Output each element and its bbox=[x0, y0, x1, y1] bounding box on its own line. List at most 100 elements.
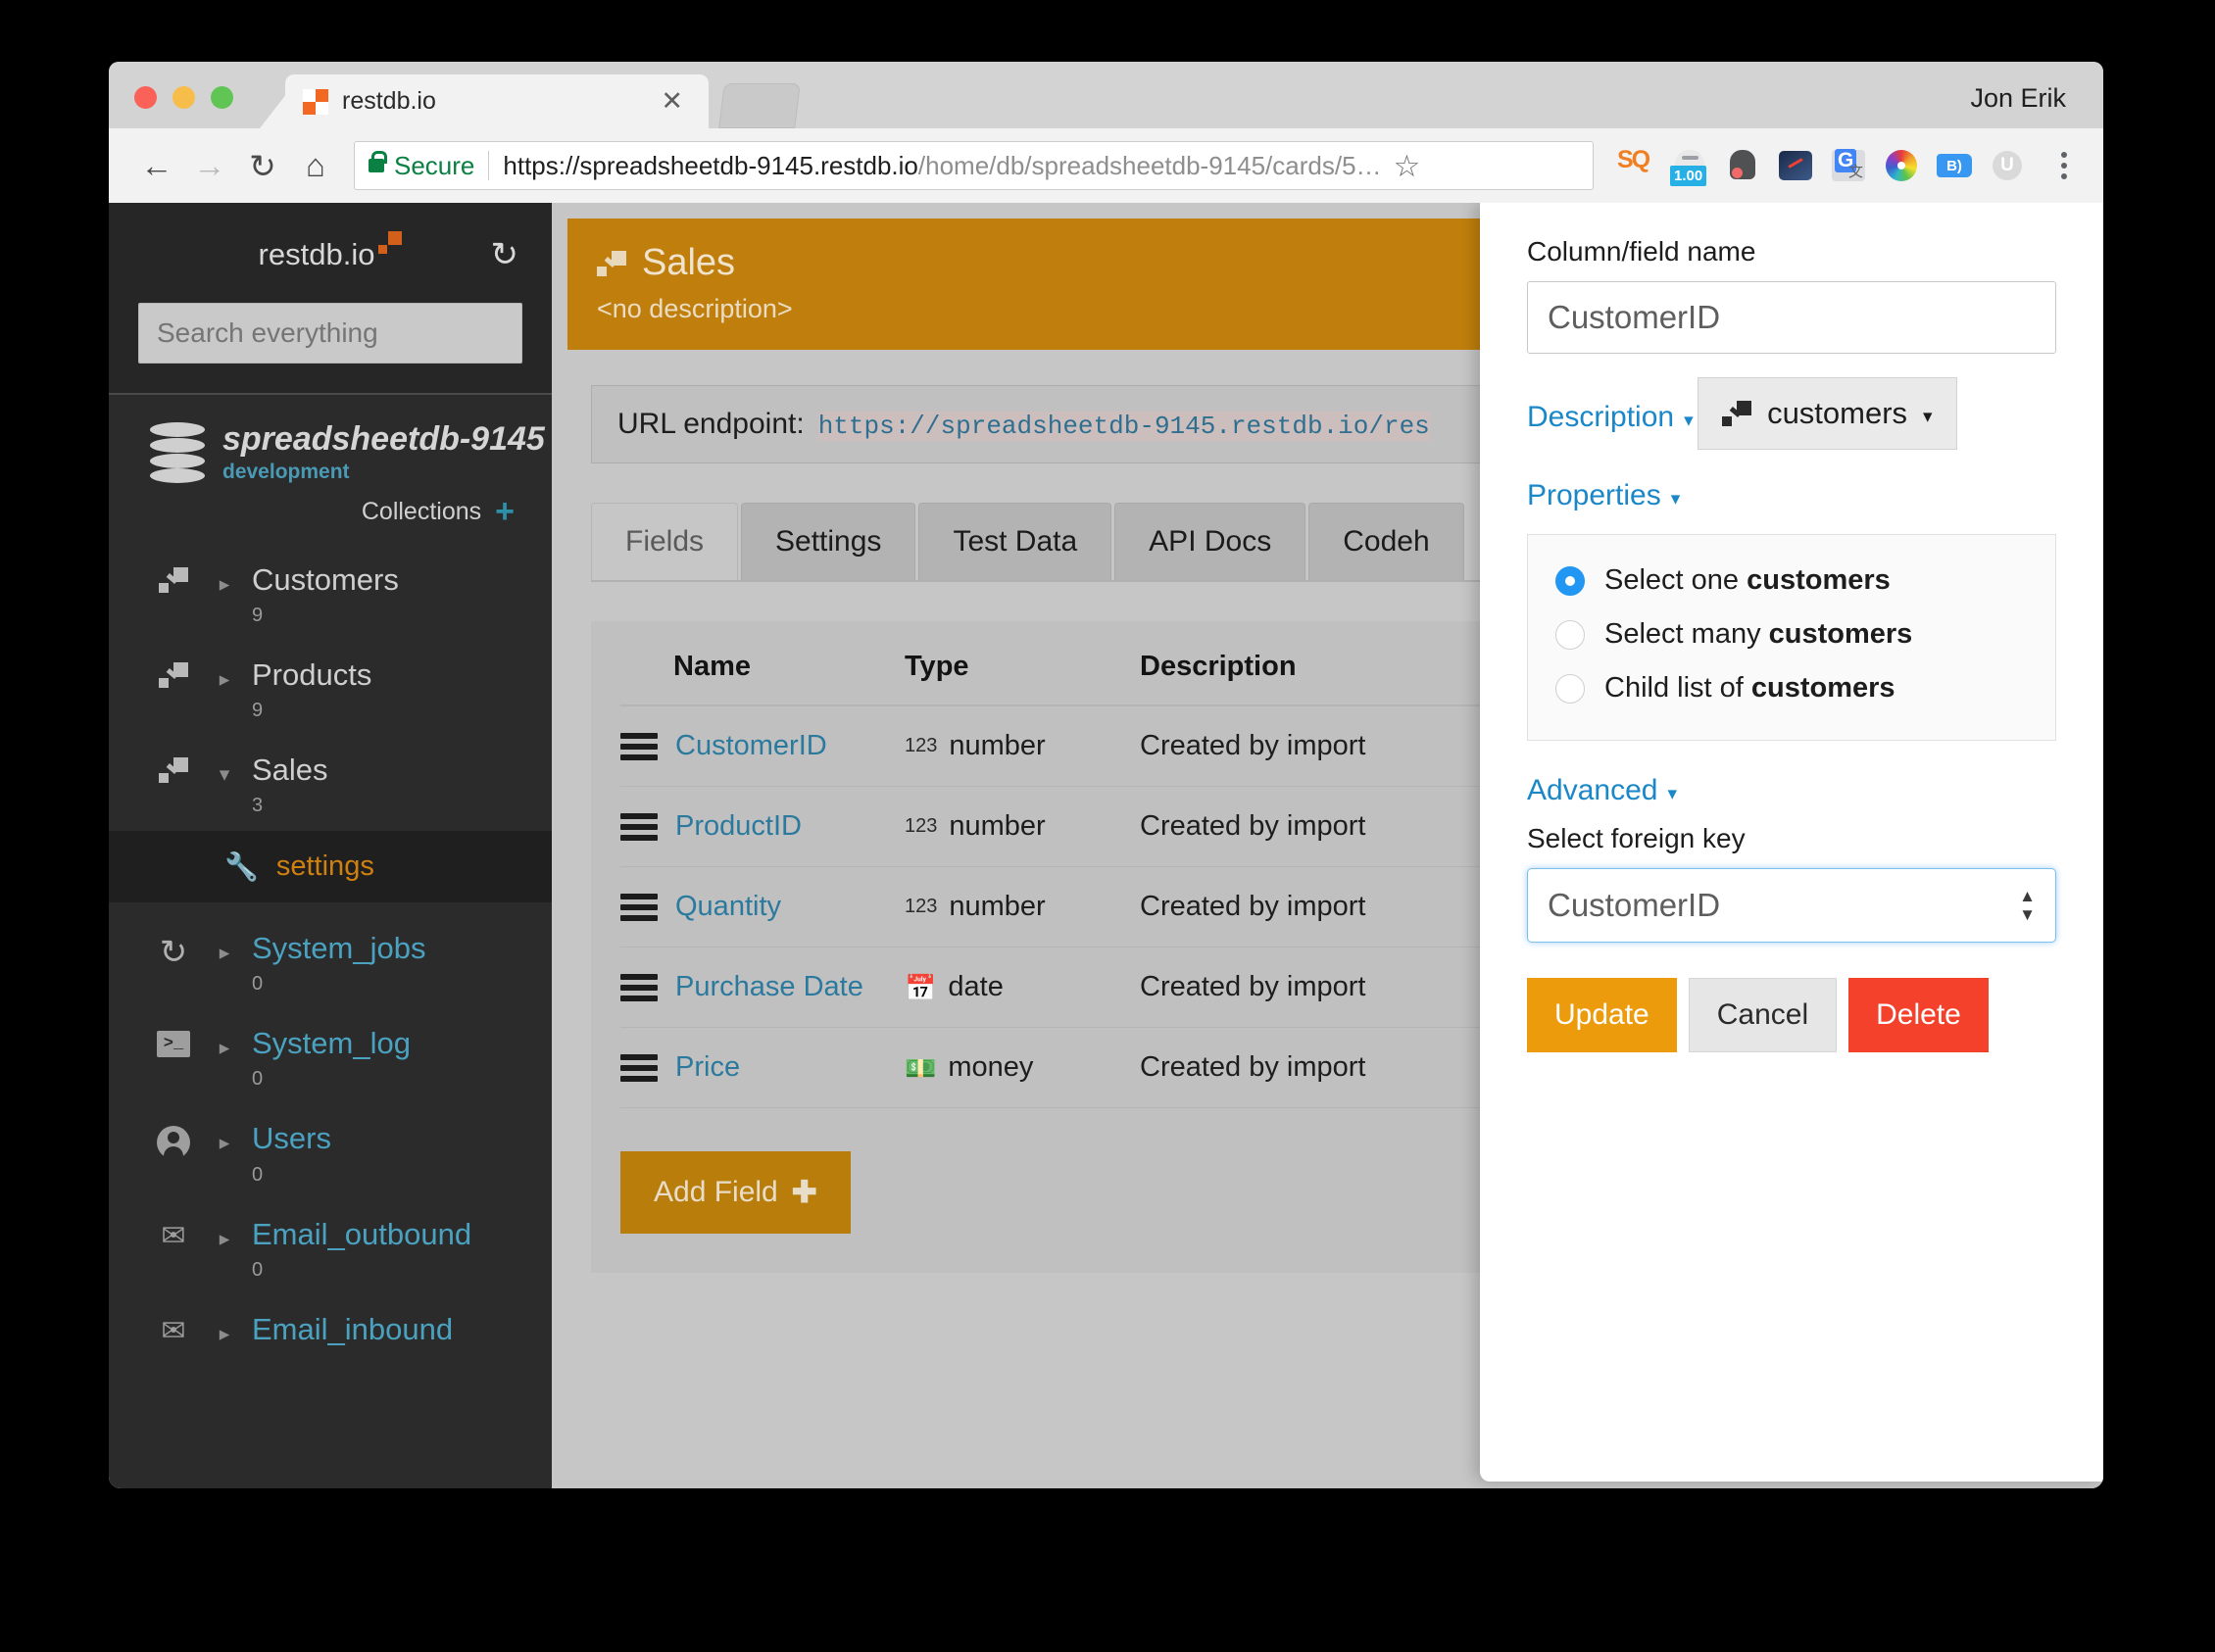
radio-button-selected[interactable] bbox=[1555, 565, 1585, 596]
radio-label-collection: customers bbox=[1750, 672, 1895, 704]
expand-caret-icon[interactable]: ▸ bbox=[197, 658, 252, 692]
column-header-type: Type bbox=[905, 651, 1140, 706]
reload-icon[interactable]: ↻ bbox=[236, 139, 289, 192]
new-tab-button[interactable] bbox=[718, 83, 801, 128]
refresh-icon[interactable]: ↻ bbox=[491, 238, 519, 271]
radio-label-collection: customers bbox=[1768, 618, 1913, 650]
stepper-arrows-icon[interactable]: ▲ ▼ bbox=[2019, 888, 2036, 923]
field-name-link[interactable]: Price bbox=[675, 1051, 740, 1084]
field-type-label: number bbox=[949, 891, 1046, 922]
advanced-toggle[interactable]: Advanced ▾ bbox=[1527, 774, 1677, 807]
radio-button[interactable] bbox=[1555, 619, 1585, 650]
scanner-extension-icon[interactable]: 1.00 bbox=[1670, 146, 1709, 186]
sidebar-item-products[interactable]: ▸ Products 9 bbox=[109, 641, 552, 736]
sidebar-brand[interactable]: restdb.io ↻ bbox=[109, 226, 552, 283]
evernote-extension-icon[interactable] bbox=[1723, 146, 1762, 185]
browser-tab-strip: restdb.io ✕ Jon Erik bbox=[109, 62, 2103, 128]
expand-caret-icon[interactable]: ▸ bbox=[197, 932, 252, 965]
chrome-menu-icon[interactable] bbox=[2046, 152, 2082, 179]
close-window-button[interactable] bbox=[134, 86, 157, 109]
tab-fields[interactable]: Fields bbox=[591, 503, 739, 580]
maximize-window-button[interactable] bbox=[211, 86, 233, 109]
bitly-extension-icon[interactable]: B) bbox=[1935, 146, 1974, 185]
tab-settings[interactable]: Settings bbox=[741, 503, 916, 580]
sidebar-item-label: Customers bbox=[252, 562, 399, 597]
collection-node-icon bbox=[150, 753, 197, 784]
money-icon: 💵 bbox=[905, 1052, 937, 1083]
related-collection-dropdown[interactable]: customers ▾ bbox=[1698, 377, 1957, 450]
field-name-label: Column/field name bbox=[1527, 236, 1756, 267]
endpoint-url[interactable]: https://spreadsheetdb-9145.restdb.io/res bbox=[817, 412, 1430, 441]
bookmark-star-icon[interactable]: ☆ bbox=[1394, 151, 1421, 181]
drag-handle-icon[interactable] bbox=[620, 893, 658, 921]
sidebar-item-count: 9 bbox=[252, 700, 264, 722]
drag-handle-icon[interactable] bbox=[620, 812, 658, 841]
sidebar-item-settings[interactable]: 🔧 settings bbox=[109, 831, 552, 903]
expand-caret-icon[interactable]: ▸ bbox=[197, 563, 252, 597]
brand-label: restdb.io bbox=[258, 237, 375, 271]
properties-toggle[interactable]: Properties ▾ bbox=[1527, 479, 1680, 512]
endpoint-label: URL endpoint: bbox=[617, 408, 805, 440]
tab-codehooks[interactable]: Codeh bbox=[1308, 503, 1464, 580]
add-field-button[interactable]: Add Field ✚ bbox=[620, 1151, 851, 1234]
tab-api-docs[interactable]: API Docs bbox=[1114, 503, 1306, 580]
home-icon[interactable]: ⌂ bbox=[289, 139, 342, 192]
minimize-window-button[interactable] bbox=[172, 86, 195, 109]
browser-tab-restdb[interactable]: restdb.io ✕ bbox=[285, 74, 709, 128]
update-button[interactable]: Update bbox=[1527, 978, 1677, 1052]
drag-handle-icon[interactable] bbox=[620, 973, 658, 1001]
expand-caret-icon[interactable]: ▸ bbox=[197, 1313, 252, 1346]
radio-select-many[interactable]: Select many customers bbox=[1555, 618, 2028, 651]
sidebar-item-email-outbound[interactable]: ✉ ▸ Email_outbound 0 bbox=[109, 1200, 552, 1295]
profile-name-label[interactable]: Jon Erik bbox=[1970, 83, 2066, 114]
sidebar-item-count: 9 bbox=[252, 605, 264, 627]
speedtest-extension-icon[interactable] bbox=[1776, 146, 1815, 185]
radio-select-one[interactable]: Select one customers bbox=[1555, 564, 2028, 597]
expand-caret-icon[interactable]: ▸ bbox=[197, 1027, 252, 1060]
field-name-input[interactable] bbox=[1527, 281, 2056, 354]
ublock-extension-icon[interactable]: U bbox=[1988, 146, 2027, 185]
foreign-key-select[interactable]: CustomerID ▲ ▼ bbox=[1527, 868, 2056, 943]
drag-handle-icon[interactable] bbox=[620, 1053, 658, 1082]
radio-button[interactable] bbox=[1555, 673, 1585, 704]
expand-caret-icon[interactable]: ▸ bbox=[197, 1122, 252, 1155]
database-row[interactable]: spreadsheetdb-9145 development bbox=[109, 420, 552, 484]
radio-child-list[interactable]: Child list of customers bbox=[1555, 672, 2028, 705]
address-bar[interactable]: Secure https://spreadsheetdb-9145.restdb… bbox=[354, 141, 1594, 190]
omnibox-divider bbox=[488, 151, 490, 180]
tab-test-data[interactable]: Test Data bbox=[918, 503, 1112, 580]
lock-icon bbox=[369, 151, 387, 172]
field-name-link[interactable]: Quantity bbox=[675, 891, 781, 923]
sidebar-item-system-jobs[interactable]: ↻ ▸ System_jobs 0 bbox=[109, 902, 552, 1009]
drag-handle-icon[interactable] bbox=[620, 732, 658, 760]
collections-list: ▸ Customers 9 ▸ Products 9 ▾ Sales 3 🔧 s… bbox=[109, 546, 552, 1372]
close-tab-icon[interactable]: ✕ bbox=[653, 88, 691, 115]
sidebar-item-email-inbound[interactable]: ✉ ▸ Email_inbound bbox=[109, 1295, 552, 1372]
sidebar-item-sales[interactable]: ▾ Sales 3 bbox=[109, 736, 552, 831]
collection-node-icon bbox=[1722, 401, 1752, 426]
description-toggle[interactable]: Description ▾ bbox=[1527, 401, 1694, 434]
search-input[interactable] bbox=[138, 303, 522, 364]
back-icon[interactable]: ← bbox=[130, 139, 183, 192]
collapse-caret-icon[interactable]: ▾ bbox=[197, 753, 252, 787]
delete-button[interactable]: Delete bbox=[1848, 978, 1989, 1052]
add-collection-icon[interactable]: + bbox=[495, 495, 515, 528]
sq-extension-icon[interactable]: SQ bbox=[1617, 146, 1656, 185]
field-name-link[interactable]: CustomerID bbox=[675, 730, 827, 762]
sidebar-item-system-log[interactable]: >_ ▸ System_log 0 bbox=[109, 1009, 552, 1104]
sidebar-item-users[interactable]: ▸ Users 0 bbox=[109, 1104, 552, 1199]
field-name-link[interactable]: ProductID bbox=[675, 810, 802, 843]
field-type-label: number bbox=[949, 730, 1046, 761]
forward-icon[interactable]: → bbox=[183, 139, 236, 192]
google-translate-extension-icon[interactable] bbox=[1829, 146, 1868, 185]
field-name-link[interactable]: Purchase Date bbox=[675, 971, 863, 1003]
wrench-icon: 🔧 bbox=[224, 850, 259, 882]
sidebar-item-label: Users bbox=[252, 1121, 331, 1156]
chevron-down-icon: ▾ bbox=[1670, 488, 1681, 510]
radio-label-collection: customers bbox=[1747, 564, 1891, 596]
collections-header: Collections + bbox=[109, 495, 552, 528]
expand-caret-icon[interactable]: ▸ bbox=[197, 1218, 252, 1251]
cancel-button[interactable]: Cancel bbox=[1688, 978, 1838, 1052]
sidebar-item-customers[interactable]: ▸ Customers 9 bbox=[109, 546, 552, 641]
colorpicker-extension-icon[interactable] bbox=[1882, 146, 1921, 185]
